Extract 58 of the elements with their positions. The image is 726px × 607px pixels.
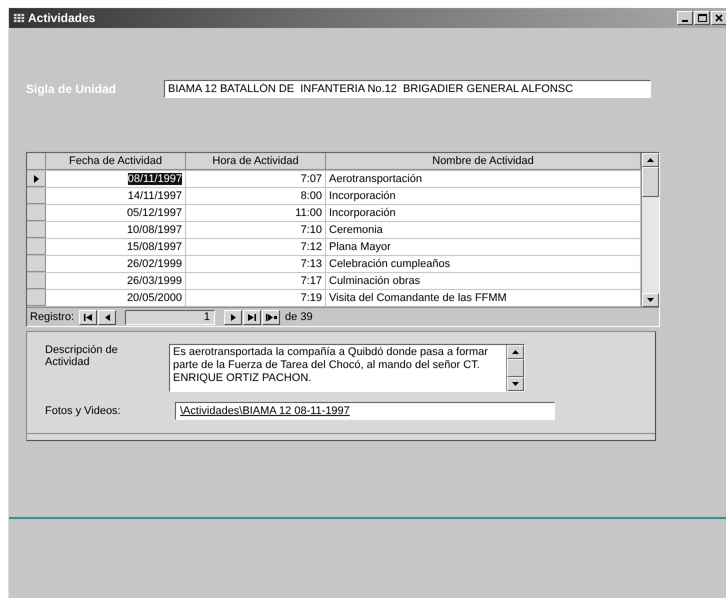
table-cell: 7:12 xyxy=(186,239,326,255)
table-cell: 26/03/1999 xyxy=(126,275,182,287)
previous-icon xyxy=(104,314,110,320)
table-cell: 7:19 xyxy=(186,290,326,306)
table-cell: 11:00 xyxy=(186,205,326,221)
record-count: de 39 xyxy=(285,311,313,323)
last-icon xyxy=(248,314,256,320)
grid-icon xyxy=(13,13,25,23)
close-button[interactable] xyxy=(711,11,726,25)
field-label: Fotos y Videos: xyxy=(45,405,122,417)
first-record-button[interactable] xyxy=(79,310,98,324)
column-header[interactable]: Hora de Actividad xyxy=(186,153,326,170)
scroll-down-button[interactable] xyxy=(507,377,524,391)
scroll-thumb[interactable] xyxy=(642,167,659,197)
record-number-field[interactable]: 1 xyxy=(125,310,216,324)
record-label: Registro: xyxy=(30,311,74,323)
maximize-icon xyxy=(698,14,706,22)
scroll-thumb[interactable] xyxy=(507,359,524,377)
caret-up-icon xyxy=(647,158,654,162)
table-cell: 7:13 xyxy=(186,256,326,272)
next-icon xyxy=(230,314,236,320)
last-record-button[interactable] xyxy=(243,310,262,324)
close-icon xyxy=(715,14,723,22)
first-icon xyxy=(84,314,92,320)
field-label: Descripción de Actividad xyxy=(45,344,119,368)
record-selector[interactable] xyxy=(27,171,46,187)
table-cell: 20/05/2000 xyxy=(126,292,182,304)
next-record-button[interactable] xyxy=(224,310,242,324)
table-cell: 7:07 xyxy=(186,171,326,187)
new-record-icon xyxy=(266,314,277,320)
media-path-field[interactable]: \Actividades\BIAMA 12 08-11-1997 xyxy=(175,402,555,420)
scroll-up-button[interactable] xyxy=(642,153,659,167)
table-cell: 7:10 xyxy=(186,222,326,238)
table-cell: 10/08/1997 xyxy=(126,224,182,236)
maximize-button[interactable] xyxy=(694,11,710,25)
table-cell: 7:17 xyxy=(186,273,326,289)
table-cell: 8:00 xyxy=(186,188,326,204)
vertical-scrollbar[interactable] xyxy=(641,153,659,307)
caret-up-icon xyxy=(512,350,519,354)
description-field[interactable]: Es aerotransportada la compañía a Quibdó donde pasa a formar parte de la Fuerza de Tarea del Chocó, al mando del señor CT. ENRIQUE ORTIZ PACHON. xyxy=(169,344,525,392)
caret-down-icon xyxy=(512,382,519,386)
new-record-button[interactable] xyxy=(262,310,280,324)
media-path-link[interactable]: \Actividades\BIAMA 12 08-11-1997 xyxy=(180,405,350,417)
previous-record-button[interactable] xyxy=(98,310,116,324)
table-cell: 08/11/1997 xyxy=(128,173,182,185)
table-cell: 14/11/1997 xyxy=(128,190,182,202)
scroll-up-button[interactable] xyxy=(507,345,524,359)
scroll-down-button[interactable] xyxy=(642,293,659,307)
table-cell: 05/12/1997 xyxy=(126,207,182,219)
column-header[interactable]: Nombre de Actividad xyxy=(326,153,641,170)
current-record-icon xyxy=(34,174,38,182)
table-cell: 26/02/1999 xyxy=(126,258,182,270)
caret-down-icon xyxy=(647,298,654,302)
field-label: Sigla de Unidad xyxy=(26,82,118,96)
minimize-button[interactable] xyxy=(677,11,693,25)
column-header[interactable]: Fecha de Actividad xyxy=(46,153,186,170)
window-title: Actividades xyxy=(28,11,96,25)
table-cell: 15/08/1997 xyxy=(126,241,182,253)
